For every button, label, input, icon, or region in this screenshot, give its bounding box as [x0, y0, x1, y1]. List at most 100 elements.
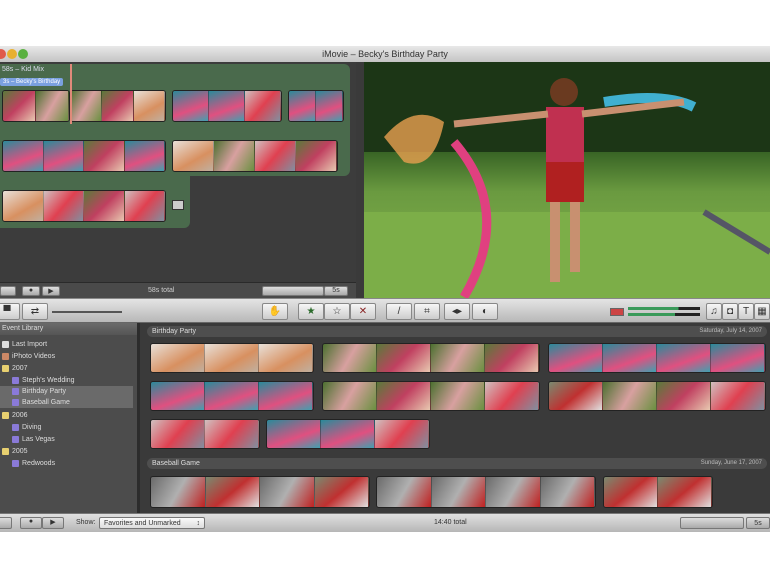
event-date: Sunday, June 17, 2007 — [700, 460, 762, 466]
project-bottom-bar: ● ▶ 58s total 5s — [0, 282, 356, 298]
library-item-2007[interactable]: 2007 — [2, 363, 135, 374]
event-clip[interactable] — [150, 419, 260, 449]
bottom-bar: ● ▶ Show: Favorites and Unmarked ↕ 14:40 … — [0, 513, 770, 532]
event-clip[interactable] — [150, 476, 370, 508]
library-item-iphoto-videos[interactable]: iPhoto Videos — [2, 351, 135, 362]
event-header: Birthday Party Saturday, July 14, 2007 — [147, 326, 767, 337]
crop-button[interactable]: ⌗ — [414, 303, 440, 320]
clip-length-slider[interactable] — [52, 311, 122, 313]
music-button[interactable]: ♫ — [706, 303, 722, 320]
event-clip[interactable] — [548, 381, 766, 411]
audio-meter-right — [628, 313, 700, 316]
audio-adjust-button[interactable]: ◂▸ — [444, 303, 470, 320]
add-to-project-button[interactable]: ✋ — [262, 303, 288, 320]
project-clip[interactable] — [172, 140, 338, 172]
unmark-button[interactable]: ☆ — [324, 303, 350, 320]
play-button[interactable]: ▶ — [42, 286, 60, 296]
thumbnail-size-slider[interactable] — [680, 517, 744, 529]
project-clip[interactable] — [172, 90, 282, 122]
iphoto-icon — [2, 353, 9, 360]
folder-icon — [2, 412, 9, 419]
project-clip[interactable] — [2, 140, 166, 172]
event-clip[interactable] — [603, 476, 713, 508]
library-item-2006[interactable]: 2006 — [2, 410, 135, 421]
select-arrows-icon: ↕ — [196, 520, 201, 527]
video-viewer[interactable] — [364, 62, 770, 298]
main-toolbar: ▀ ⇄ ✋ ★ ☆ ✕ / ⌗ ◂▸ ◐ ♫ ◘ T ▦ — [0, 298, 770, 323]
show-filter-value: Favorites and Unmarked — [104, 520, 181, 527]
titles-button[interactable]: T — [738, 303, 754, 320]
event-clip[interactable] — [548, 343, 766, 373]
folder-icon — [2, 448, 9, 455]
event-clip[interactable] — [266, 419, 430, 449]
swap-button[interactable]: ⇄ — [22, 303, 48, 320]
event-clip[interactable] — [322, 343, 540, 373]
close-button[interactable] — [0, 49, 6, 59]
transitions-button[interactable]: ▦ — [754, 303, 770, 320]
play-fullscreen-button[interactable]: ● — [20, 517, 42, 529]
event-date: Saturday, July 14, 2007 — [699, 328, 762, 334]
camera-import-button[interactable]: ▀ — [0, 303, 20, 320]
library-item-2005[interactable]: 2005 — [2, 446, 135, 457]
event-icon — [12, 399, 19, 406]
photos-button[interactable]: ◘ — [722, 303, 738, 320]
library-item-label: 2007 — [12, 365, 28, 372]
library-item-diving[interactable]: Diving — [12, 422, 145, 433]
event-clip[interactable] — [322, 381, 540, 411]
library-item-label: 2005 — [12, 448, 28, 455]
project-clip[interactable] — [288, 90, 344, 122]
event-icon — [12, 460, 19, 467]
events-zoom-label: 5s — [746, 517, 770, 529]
event-library-title: Event Library — [0, 323, 137, 335]
events-total: 14:40 total — [434, 519, 467, 526]
event-browser: Birthday Party Saturday, July 14, 2007 Ba… — [145, 323, 770, 513]
play-button[interactable]: ▶ — [42, 517, 64, 529]
library-item-label: Birthday Party — [22, 388, 66, 395]
imovie-window: iMovie – Becky's Birthday Party 58s – Ki… — [0, 46, 770, 532]
event-clip[interactable] — [376, 476, 596, 508]
playhead[interactable] — [70, 64, 72, 124]
video-adjust-button[interactable]: ◐ — [472, 303, 498, 320]
library-item-baseball-game[interactable]: Baseball Game — [0, 397, 133, 408]
viewer-frame-image — [364, 62, 770, 298]
mark-favorite-button[interactable]: ★ — [298, 303, 324, 320]
show-filter-select[interactable]: Favorites and Unmarked ↕ — [99, 517, 205, 529]
library-item-label: Redwoods — [22, 460, 56, 467]
play-fullscreen-button[interactable]: ● — [22, 286, 40, 296]
library-item-stephs-wedding[interactable]: Steph's Wedding — [12, 375, 145, 386]
thumbnail-size-slider[interactable] — [262, 286, 324, 296]
library-item-label: Las Vegas — [22, 436, 55, 443]
event-header: Baseball Game Sunday, June 17, 2007 — [147, 458, 767, 469]
event-icon — [12, 388, 19, 395]
event-clip[interactable] — [150, 381, 314, 411]
library-item-label: Diving — [22, 424, 42, 431]
voiceover-button[interactable]: / — [386, 303, 412, 320]
library-item-redwoods[interactable]: Redwoods — [12, 458, 145, 469]
project-clip[interactable] — [2, 190, 166, 222]
new-project-button[interactable] — [0, 286, 16, 296]
library-item-label: iPhoto Videos — [12, 353, 56, 360]
library-item-last-import[interactable]: Last Import — [2, 339, 135, 350]
transition-icon[interactable] — [172, 200, 184, 210]
library-item-label: 2006 — [12, 412, 28, 419]
minimize-button[interactable] — [7, 49, 17, 59]
library-item-birthday-party[interactable]: Birthday Party — [0, 386, 133, 397]
event-list-toggle[interactable] — [0, 517, 12, 529]
event-library: Event Library Last Import iPhoto Videos … — [0, 323, 140, 513]
folder-icon — [2, 365, 9, 372]
project-total: 58s total — [148, 287, 175, 294]
event-clip[interactable] — [150, 343, 314, 373]
title-tag[interactable]: 3s – Becky's Birthday — [0, 78, 64, 86]
audio-skimming-toggle[interactable] — [610, 308, 624, 316]
project-clip[interactable] — [2, 90, 70, 122]
library-item-las-vegas[interactable]: Las Vegas — [12, 434, 145, 445]
project-clip[interactable] — [70, 90, 166, 122]
project-browser: 58s – Kid Mix 3s – Becky's Birthday ● ▶ … — [0, 62, 356, 298]
event-name: Baseball Game — [152, 460, 200, 467]
event-icon — [12, 436, 19, 443]
project-zoom-label: 5s — [324, 286, 348, 296]
window-title: iMovie – Becky's Birthday Party — [322, 49, 448, 59]
zoom-button[interactable] — [18, 49, 28, 59]
reject-button[interactable]: ✕ — [350, 303, 376, 320]
event-icon — [12, 424, 19, 431]
